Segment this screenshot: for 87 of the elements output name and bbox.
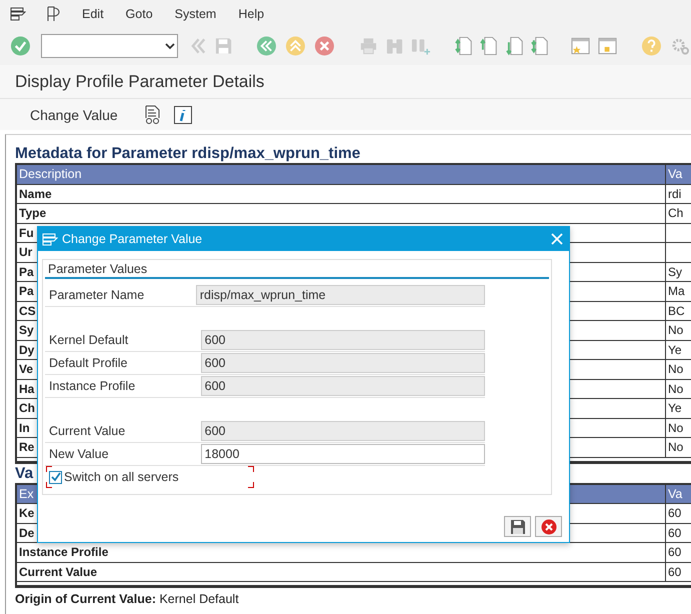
document-glasses-icon[interactable] [144,104,162,124]
dropdown-icon[interactable] [165,42,176,50]
input-field[interactable]: rdisp/max_wprun_time [196,285,485,305]
back-icon[interactable] [256,35,278,57]
cell-value: rdi [668,186,682,200]
up-icon[interactable] [285,35,306,57]
change-value-button[interactable]: Change Value [30,106,118,122]
column-header: Va [665,484,691,503]
input-field[interactable]: 600 [200,376,485,396]
save-icon[interactable] [215,37,232,55]
dialog-title: Change Parameter Value [62,232,204,246]
cancel-icon[interactable] [314,35,335,57]
row-label: Pa [19,264,34,278]
row-label: Re [19,440,34,454]
menu-item[interactable]: Goto [126,6,153,20]
cell-value: No [668,323,684,337]
row-label: De [19,526,34,540]
menu-item[interactable]: System [174,6,216,20]
column-header: Description [17,165,665,184]
row-label: In [19,420,30,434]
cell-value: 60 [668,506,682,520]
input-field[interactable]: 600 [200,421,485,441]
input-field[interactable]: 600 [200,330,485,350]
menu-icon[interactable] [10,6,26,20]
group-title: Parameter Values [45,260,549,279]
cell-value: 60 [668,564,682,578]
field-label: New Value [48,447,110,461]
help-icon[interactable] [641,35,662,57]
cancel-icon [540,518,556,534]
column-header: Va [665,165,691,184]
cancel-button[interactable] [535,516,562,537]
field-label: Instance Profile [48,379,136,393]
cell-value: Ye [668,342,682,356]
cell-value: 60 [668,545,682,559]
cell-value: No [668,420,684,434]
save-icon [510,518,526,534]
row-label: Ch [19,401,35,415]
section-title: Metadata for Parameter rdisp/max_wprun_time [15,144,360,163]
close-button[interactable] [551,233,563,245]
close-icon [551,233,563,245]
input-field[interactable]: 18000 [200,444,485,464]
cell-value: 60 [668,526,682,540]
row-label: Ve [19,362,34,376]
next-page-icon[interactable] [506,36,523,56]
screen-title: Display Profile Parameter Details [15,72,264,92]
section-title: Va [15,464,34,482]
previous-page-icon[interactable] [480,36,498,56]
row-label: Pa [19,284,34,298]
printer-icon[interactable] [358,36,378,56]
cell-value: Ma [668,284,685,298]
field-label: Current Value [48,424,126,438]
checkbox[interactable]: Switch on all servers [46,466,254,488]
cell-value: No [668,362,684,376]
input-field[interactable]: 600 [200,353,485,373]
command-field[interactable] [40,34,178,58]
save-button[interactable] [504,516,531,537]
row-label: Dy [19,342,34,356]
row-label: Ha [19,382,34,396]
new-window-icon[interactable] [571,36,590,56]
check-icon[interactable] [10,35,31,57]
last-page-icon[interactable] [530,36,548,56]
row-label: CS [19,304,36,318]
cell-value: No [668,382,684,396]
info-icon[interactable] [174,106,192,124]
row-label: Ke [19,506,34,520]
cell-value: Ye [668,401,682,415]
row-label: Fu [19,226,34,240]
field-label: Parameter Name [48,288,146,302]
checkmark-icon [50,472,60,482]
menu-item[interactable]: Help [238,6,264,20]
window-shortcut-icon[interactable] [598,36,618,56]
cell-value: BC [668,304,685,318]
origin-text: Origin of Current Value: Kernel Default [15,592,240,606]
row-label: Instance Profile [19,545,108,559]
row-label: Ur [19,245,32,259]
field-label: Kernel Default [48,333,130,347]
row-label: Name [19,186,52,200]
cell-value: Ch [668,206,684,220]
menu-item[interactable]: Edit [82,6,104,20]
row-label: Type [19,206,46,220]
cell-value: Sy [668,264,682,278]
row-label: Current Value [19,564,98,578]
cell-value: No [668,440,684,454]
first-page-icon[interactable] [455,36,472,56]
field-label: Default Profile [48,356,129,370]
row-label: Sy [19,323,34,337]
double-chevron-icon[interactable] [190,37,208,55]
